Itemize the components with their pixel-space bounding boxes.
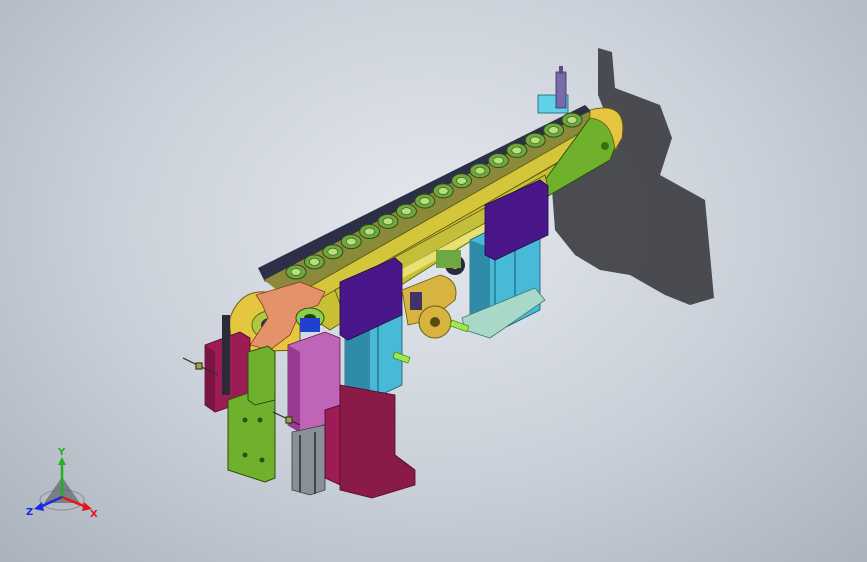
coordinate-triad[interactable]: Y X Z <box>22 445 112 525</box>
belt-roller-hub <box>474 166 486 175</box>
belt-roller-hub <box>493 156 504 165</box>
motor-shaft <box>555 71 567 109</box>
belt-roller-hub <box>548 126 559 134</box>
belt-top-surface <box>264 112 603 300</box>
belt-roller-hub <box>290 268 302 276</box>
lower-cylinder[interactable] <box>291 424 326 496</box>
belt-roller-hub <box>566 116 578 124</box>
belt-roller-hub <box>364 227 375 236</box>
belt-roller-hub <box>437 187 449 195</box>
3d-viewport[interactable] <box>0 0 867 562</box>
y-axis-label: Y <box>57 447 66 458</box>
belt-roller-hub <box>382 217 394 226</box>
y-arrow-icon <box>58 457 66 465</box>
belt-roller-hub <box>401 207 412 215</box>
belt-roller-hub <box>511 146 523 155</box>
belt-roller-hub <box>529 136 541 145</box>
dark-frame <box>222 315 230 395</box>
blue-cap <box>300 318 320 332</box>
end-bolt <box>601 142 609 150</box>
z-axis-label: Z <box>26 507 33 518</box>
belt-roller-hub <box>327 247 339 256</box>
belt-roller-hub <box>345 237 357 246</box>
x-axis-label: X <box>90 509 98 520</box>
motor-shaft-tip <box>559 66 563 74</box>
belt-roller-hub <box>309 258 320 266</box>
belt-roller-hub <box>419 197 431 205</box>
belt-roller-hub <box>456 177 467 185</box>
